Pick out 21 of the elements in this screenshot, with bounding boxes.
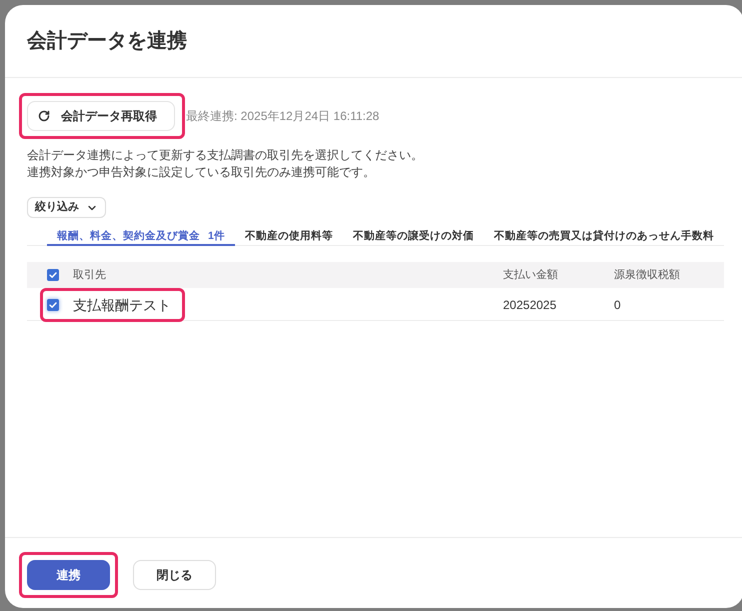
amount-cell-text: 20252025 — [503, 297, 558, 314]
refetch-button[interactable]: 会計データ再取得 — [27, 101, 175, 131]
description-line: 会計データ連携によって更新する支払調書の取引先を選択してください。 — [27, 147, 424, 164]
filter-button[interactable]: 絞り込み — [27, 197, 106, 218]
payee-name: 支払報酬テスト — [73, 296, 171, 314]
row-checkbox[interactable] — [47, 299, 59, 311]
tab[interactable]: 不動産等の売買又は貸付けのあっせん手数料 — [484, 227, 724, 246]
close-button[interactable]: 閉じる — [133, 560, 216, 590]
tab[interactable]: 報酬、料金、契約金及び賞金 1件 — [47, 227, 235, 246]
withholding-cell-text: 0 — [614, 297, 622, 314]
last-sync-text: 最終連携: 2025年12月24日 16:11:28 — [186, 108, 380, 125]
column-header: 源泉徴収税額 — [614, 268, 681, 283]
dialog-title: 会計データを連携 — [27, 28, 187, 54]
refresh-icon — [38, 110, 50, 122]
description-line: 連携対象かつ申告対象に設定している取引先のみ連携可能です。 — [27, 164, 376, 181]
column-header: 支払い金額 — [503, 268, 559, 283]
select-all-checkbox[interactable] — [47, 269, 59, 281]
column-header: 取引先 — [73, 268, 107, 283]
tab[interactable]: 不動産の使用料等 — [234, 227, 343, 246]
link-button[interactable]: 連携 — [27, 560, 110, 590]
tab[interactable]: 不動産等の譲受けの対価 — [342, 227, 484, 246]
